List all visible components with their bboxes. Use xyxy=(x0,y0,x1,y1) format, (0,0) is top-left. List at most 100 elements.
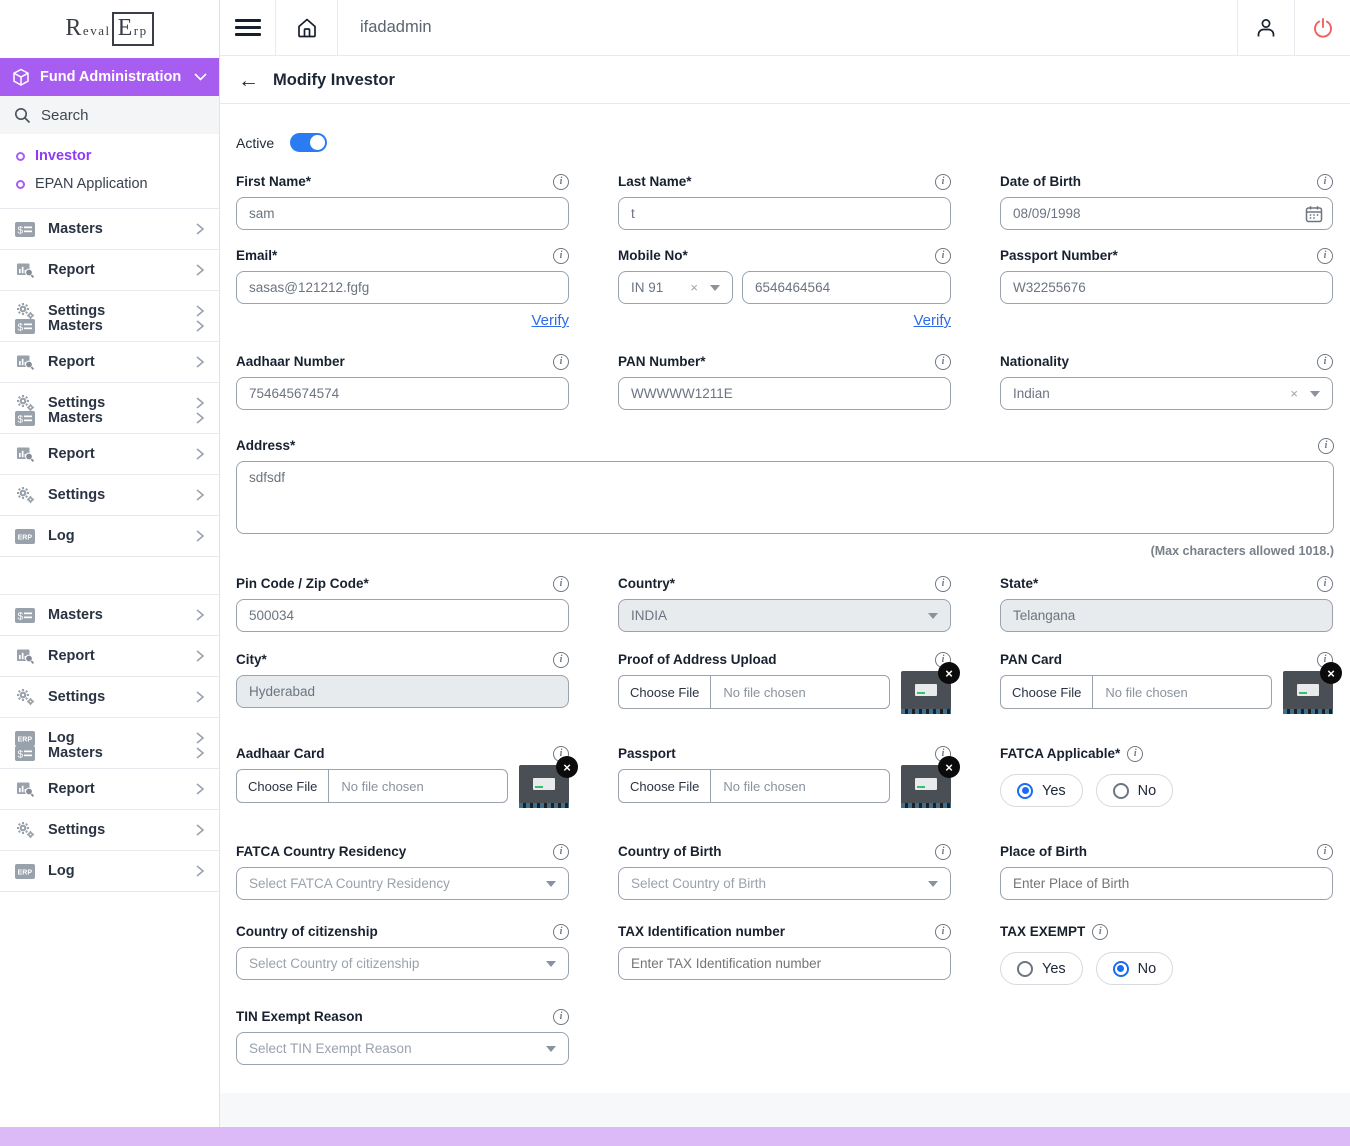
chevron-down-icon xyxy=(1310,391,1320,397)
aadhaar-card-thumbnail[interactable]: × xyxy=(519,765,569,808)
proof-of-address-file-input[interactable]: Choose File No file chosen xyxy=(618,675,890,709)
first-name-input[interactable] xyxy=(236,197,569,230)
passport-file-input[interactable]: Choose File No file chosen xyxy=(618,769,890,803)
sidebar-item-masters[interactable]: $Masters xyxy=(0,748,219,768)
chevron-right-icon xyxy=(195,488,205,502)
info-icon: i xyxy=(1318,438,1334,454)
tax-exempt-no-radio[interactable]: No xyxy=(1096,952,1174,985)
log-icon: ERP xyxy=(14,529,36,544)
remove-file-icon[interactable]: × xyxy=(938,756,960,778)
chevron-down-icon xyxy=(928,613,938,619)
tax-id-field: TAX Identification numberi xyxy=(618,924,951,980)
sidebar-item-masters[interactable]: $Masters xyxy=(0,209,219,249)
active-toggle[interactable] xyxy=(290,133,327,152)
sidebar-item-report[interactable]: Report xyxy=(0,434,219,474)
remove-file-icon[interactable]: × xyxy=(556,756,578,778)
dob-input[interactable] xyxy=(1000,197,1333,230)
fatca-country-select[interactable]: Select FATCA Country Residency xyxy=(236,867,569,900)
address-max-note: (Max characters allowed 1018.) xyxy=(236,544,1334,558)
username-label: ifadadmin xyxy=(338,0,1237,55)
sidebar-item-report[interactable]: Report xyxy=(0,342,219,382)
fatca-applicable-field: FATCA Applicable*i Yes No xyxy=(1000,746,1333,807)
remove-file-icon[interactable]: × xyxy=(938,662,960,684)
email-verify-link[interactable]: Verify xyxy=(531,312,569,329)
citizenship-select[interactable]: Select Country of citizenship xyxy=(236,947,569,980)
info-icon: i xyxy=(553,1009,569,1025)
pan-number-input[interactable] xyxy=(618,377,951,410)
proof-of-address-thumbnail[interactable]: × xyxy=(901,671,951,714)
sidebar-item-log[interactable]: ERPLog xyxy=(0,516,219,556)
sidebar-item-masters[interactable]: $Masters xyxy=(0,595,219,635)
sidebar-item-report[interactable]: Report xyxy=(0,769,219,809)
home-button[interactable] xyxy=(276,0,338,55)
address-textarea[interactable]: sdfsdf xyxy=(236,461,1334,534)
pincode-input[interactable] xyxy=(236,599,569,632)
mobile-number-input[interactable] xyxy=(742,271,951,304)
sidebar: RevalErp Fund Administration Search Inve… xyxy=(0,0,220,1127)
pan-card-upload-field: PAN Cardi Choose File No file chosen × xyxy=(1000,652,1333,714)
sidebar-menu: $MastersReportSettings$MastersReportSett… xyxy=(0,208,219,891)
sidebar-item-masters[interactable]: $Masters xyxy=(0,413,219,433)
mobile-verify-link[interactable]: Verify xyxy=(913,312,951,329)
email-input[interactable] xyxy=(236,271,569,304)
passport-number-input[interactable] xyxy=(1000,271,1333,304)
svg-text:$: $ xyxy=(18,225,24,236)
chevron-right-icon xyxy=(195,411,205,425)
profile-button[interactable] xyxy=(1237,0,1294,55)
tax-exempt-yes-radio[interactable]: Yes xyxy=(1000,952,1083,985)
bullet-icon xyxy=(16,180,25,189)
aadhaar-number-input[interactable] xyxy=(236,377,569,410)
nationality-select[interactable]: Indian × xyxy=(1000,377,1333,410)
search-placeholder: Search xyxy=(41,107,89,124)
country-code-select[interactable]: IN 91 × xyxy=(618,271,733,304)
remove-file-icon[interactable]: × xyxy=(1320,662,1342,684)
sidebar-item-settings[interactable]: Settings xyxy=(0,475,219,515)
module-selector[interactable]: Fund Administration xyxy=(0,58,219,96)
sidebar-item-settings[interactable]: Settings xyxy=(0,677,219,717)
chevron-right-icon xyxy=(195,396,205,410)
pan-card-file-input[interactable]: Choose File No file chosen xyxy=(1000,675,1272,709)
info-icon: i xyxy=(1317,248,1333,264)
passport-thumbnail[interactable]: × xyxy=(901,765,951,808)
citizenship-field: Country of citizenshipi Select Country o… xyxy=(236,924,569,980)
masters-icon: $ xyxy=(14,319,36,334)
sidebar-item-log[interactable]: ERPLog xyxy=(0,851,219,891)
settings-icon xyxy=(14,821,36,839)
aadhaar-card-file-input[interactable]: Choose File No file chosen xyxy=(236,769,508,803)
back-arrow-icon[interactable]: ← xyxy=(238,70,259,91)
place-of-birth-input[interactable] xyxy=(1000,867,1333,900)
last-name-input[interactable] xyxy=(618,197,951,230)
sidebar-item-report[interactable]: Report xyxy=(0,636,219,676)
sidebar-item-masters[interactable]: $Masters xyxy=(0,321,219,341)
report-icon xyxy=(14,647,36,665)
svg-text:ERP: ERP xyxy=(18,736,33,743)
sidebar-item-settings[interactable]: Settings xyxy=(0,810,219,850)
chevron-right-icon xyxy=(195,864,205,878)
info-icon: i xyxy=(553,576,569,592)
logout-button[interactable] xyxy=(1294,0,1350,55)
log-icon: ERP xyxy=(14,731,36,746)
masters-icon: $ xyxy=(14,411,36,426)
hamburger-menu-button[interactable] xyxy=(220,0,276,55)
info-icon: i xyxy=(553,844,569,860)
sidebar-item-investor[interactable]: Investor xyxy=(0,142,219,170)
fatca-yes-radio[interactable]: Yes xyxy=(1000,774,1083,807)
fatca-no-radio[interactable]: No xyxy=(1096,774,1174,807)
calendar-icon[interactable] xyxy=(1305,205,1323,223)
city-input xyxy=(236,675,569,708)
clear-icon[interactable]: × xyxy=(1290,386,1298,401)
aadhaar-number-field: Aadhaar Numberi xyxy=(236,354,569,410)
topbar: ifadadmin xyxy=(220,0,1350,56)
email-field: Email*i Verify xyxy=(236,248,569,330)
report-icon xyxy=(14,780,36,798)
place-of-birth-field: Place of Birthi xyxy=(1000,844,1333,900)
pan-card-thumbnail[interactable]: × xyxy=(1283,671,1333,714)
aadhaar-card-upload-field: Aadhaar Cardi Choose File No file chosen… xyxy=(236,746,569,808)
sidebar-item-epan-application[interactable]: EPAN Application xyxy=(0,170,219,198)
country-of-birth-select[interactable]: Select Country of Birth xyxy=(618,867,951,900)
sidebar-search-input[interactable]: Search xyxy=(0,96,219,134)
tax-id-input[interactable] xyxy=(618,947,951,980)
sidebar-item-report[interactable]: Report xyxy=(0,250,219,290)
tin-exempt-reason-select[interactable]: Select TIN Exempt Reason xyxy=(236,1032,569,1065)
clear-icon[interactable]: × xyxy=(690,280,698,295)
